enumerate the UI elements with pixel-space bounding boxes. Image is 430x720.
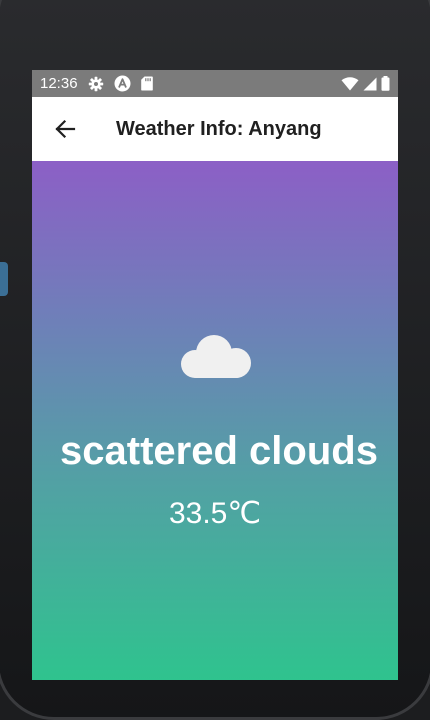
app-bar: Weather Info: Anyang [32, 97, 398, 161]
status-time: 12:36 [40, 75, 78, 92]
signal-icon [363, 77, 377, 91]
arrow-back-icon [55, 119, 76, 139]
settings-icon [88, 76, 104, 92]
temperature-value: 33.5℃ [168, 497, 262, 530]
wifi-icon [341, 76, 359, 91]
sd-card-icon [140, 76, 153, 91]
autofill-icon [114, 75, 131, 92]
cloud-icon [181, 335, 251, 378]
battery-icon [381, 76, 390, 91]
page-title: Weather Info: Anyang [116, 117, 322, 140]
weather-panel: scattered clouds 33.5℃ [32, 161, 398, 680]
back-button[interactable] [52, 116, 78, 142]
side-button[interactable] [0, 262, 8, 296]
device-screen: 12:36 Weather Info: Anyang scattered clo… [32, 70, 398, 680]
weather-description: scattered clouds [60, 429, 378, 473]
status-bar: 12:36 [32, 70, 398, 97]
